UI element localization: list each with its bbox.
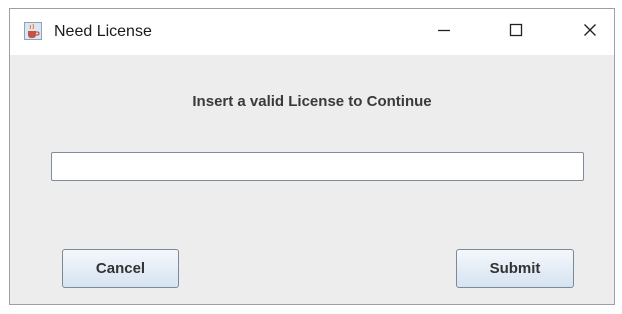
maximize-icon — [509, 23, 523, 42]
title-bar[interactable]: Need License — [10, 9, 614, 55]
license-dialog-window: Need License Insert a valid License to C… — [9, 8, 615, 305]
cancel-button[interactable]: Cancel — [62, 249, 179, 288]
close-button[interactable] — [568, 9, 612, 55]
window-title: Need License — [54, 23, 152, 40]
minimize-button[interactable] — [422, 9, 466, 55]
close-icon — [583, 23, 597, 42]
license-input[interactable] — [51, 152, 584, 181]
submit-button[interactable]: Submit — [456, 249, 574, 288]
dialog-prompt: Insert a valid License to Continue — [192, 93, 432, 110]
java-cup-icon — [24, 22, 42, 40]
minimize-icon — [437, 23, 451, 42]
maximize-button[interactable] — [494, 9, 538, 55]
